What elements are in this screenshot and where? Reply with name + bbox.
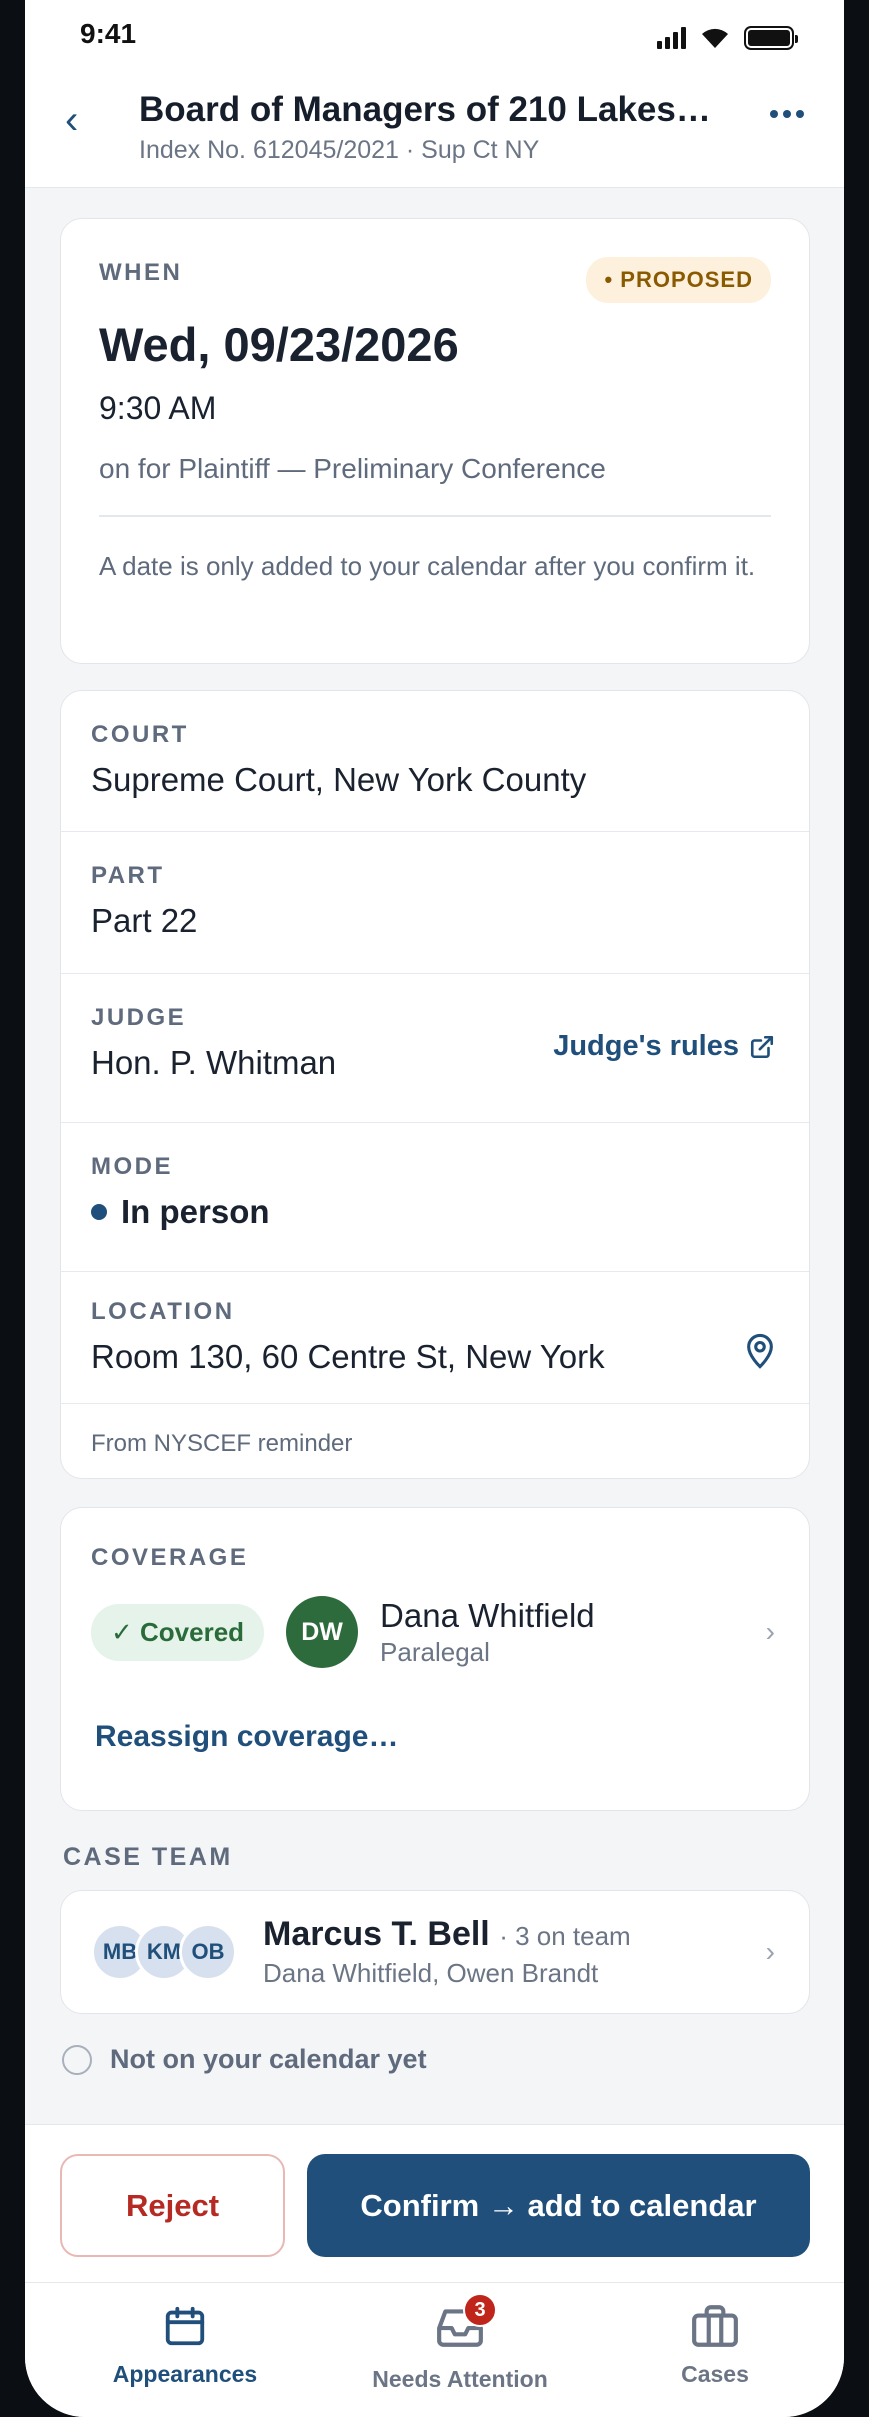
appearance-time: 9:30 AM (99, 390, 217, 426)
mode-value: In person (91, 1193, 779, 1231)
team-lead-name: Marcus T. Bell (263, 1915, 490, 1953)
team-avatars: MB KM OB (91, 1923, 237, 1981)
action-bar: Reject Confirm → add to calendar (25, 2124, 844, 2282)
notification-badge: 3 (463, 2293, 497, 2327)
calendar-status-text: Not on your calendar yet (110, 2044, 427, 2074)
team-count: · 3 on team (499, 1921, 631, 1951)
source-row: From NYSCEF reminder (61, 1404, 809, 1478)
appearance-event: on for Plaintiff — Preliminary Conferenc… (99, 453, 606, 484)
case-header: ‹ Board of Managers of 210 Lakes… Index … (25, 72, 844, 188)
external-link-icon (750, 1035, 774, 1058)
case-subtitle: Index No. 612045/2021 · Sup Ct NY (139, 136, 540, 164)
tab-needs-attention[interactable]: 3 Needs Attention (335, 2293, 585, 2393)
tab-cases[interactable]: Cases (630, 2303, 800, 2388)
tab-bar: Appearances 3 Needs Attention Cases (25, 2282, 844, 2417)
confirm-button[interactable]: Confirm → add to calendar (307, 2154, 810, 2257)
team-lead: Marcus T. Bell · 3 on team (263, 1915, 631, 1954)
judge-label: JUDGE (91, 1004, 187, 1031)
judge-rules-label: Judge's rules (553, 1030, 739, 1062)
calendar-note: A date is only added to your calendar af… (99, 550, 756, 581)
calendar-status: Not on your calendar yet (62, 2044, 810, 2075)
assignee-info: Dana Whitfield Paralegal (380, 1597, 595, 1668)
part-label: PART (91, 862, 165, 889)
case-team-card[interactable]: MB KM OB Marcus T. Bell · 3 on team Dana… (60, 1890, 810, 2014)
inbox-icon-wrap: 3 (435, 2293, 497, 2354)
judge-rules-link[interactable]: Judge's rules (553, 1030, 775, 1063)
divider (99, 515, 771, 517)
chevron-left-icon: ‹ (65, 98, 79, 142)
tab-appearances[interactable]: Appearances (70, 2303, 300, 2388)
court-label: COURT (91, 721, 189, 748)
more-options-button[interactable] (770, 110, 804, 118)
mode-dot-icon (91, 1204, 107, 1220)
reassign-coverage-button[interactable]: Reassign coverage… (95, 1720, 779, 1754)
avatar: OB (179, 1923, 237, 1981)
main-content: WHEN • PROPOSED Wed, 09/23/2026 9:30 AM … (60, 218, 810, 2075)
covered-badge: ✓ Covered (91, 1603, 265, 1661)
part-row: PART Part 22 (61, 832, 809, 974)
status-icons (657, 26, 798, 50)
chevron-right-icon: › (765, 1616, 775, 1647)
assignee-role: Paralegal (380, 1636, 490, 1667)
tab-label: Appearances (112, 2361, 258, 2387)
tab-label: Cases (681, 2361, 749, 2387)
wifi-icon (702, 28, 728, 48)
coverage-assignee[interactable]: ✓ Covered DW Dana Whitfield Paralegal › (91, 1596, 779, 1668)
status-time: 9:41 (80, 18, 137, 49)
appearance-date: Wed, 09/23/2026 (99, 318, 459, 371)
team-members: Dana Whitfield, Owen Brandt (263, 1958, 599, 1988)
briefcase-icon (692, 2305, 738, 2347)
battery-icon (744, 26, 798, 50)
tab-label: Needs Attention (372, 2366, 548, 2392)
back-button[interactable]: ‹ (65, 100, 78, 140)
avatar: DW (286, 1596, 359, 1668)
assignee-name: Dana Whitfield (380, 1596, 595, 1634)
mode-label: MODE (91, 1153, 173, 1180)
location-value: Room 130, 60 Centre St, New York (91, 1338, 605, 1375)
team-info: Marcus T. Bell · 3 on team Dana Whitfiel… (263, 1915, 631, 1989)
phone-screen: 9:41 ‹ Board of Managers of 210 Lakes… I… (25, 0, 844, 2417)
mode-text: In person (121, 1193, 270, 1230)
when-card: WHEN • PROPOSED Wed, 09/23/2026 9:30 AM … (60, 218, 810, 664)
court-value: Supreme Court, New York County (91, 761, 587, 798)
coverage-label: COVERAGE (91, 1544, 249, 1571)
coverage-card: COVERAGE ✓ Covered DW Dana Whitfield Par… (60, 1507, 810, 1811)
details-card: COURT Supreme Court, New York County PAR… (60, 690, 810, 1479)
calendar-icon (165, 2306, 205, 2346)
court-row: COURT Supreme Court, New York County (61, 691, 809, 832)
empty-circle-icon (62, 2044, 92, 2075)
part-value: Part 22 (91, 902, 198, 939)
mode-row: MODE In person (61, 1123, 809, 1272)
judge-row: JUDGE Hon. P. Whitman Judge's rules (61, 974, 809, 1123)
more-horizontal-icon (770, 110, 778, 118)
status-bar: 9:41 (25, 0, 844, 72)
location-row[interactable]: LOCATION Room 130, 60 Centre St, New Yor… (61, 1272, 809, 1404)
status-badge: • PROPOSED (586, 257, 771, 303)
reject-button[interactable]: Reject (60, 2154, 285, 2257)
map-pin-icon[interactable] (743, 1332, 777, 1370)
location-label: LOCATION (91, 1298, 235, 1325)
cellular-signal-icon (657, 27, 686, 49)
chevron-right-icon: › (765, 1936, 775, 1967)
case-title: Board of Managers of 210 Lakes… (139, 90, 711, 129)
case-team-label: CASE TEAM (63, 1843, 233, 1871)
source-text: From NYSCEF reminder (91, 1430, 353, 1457)
